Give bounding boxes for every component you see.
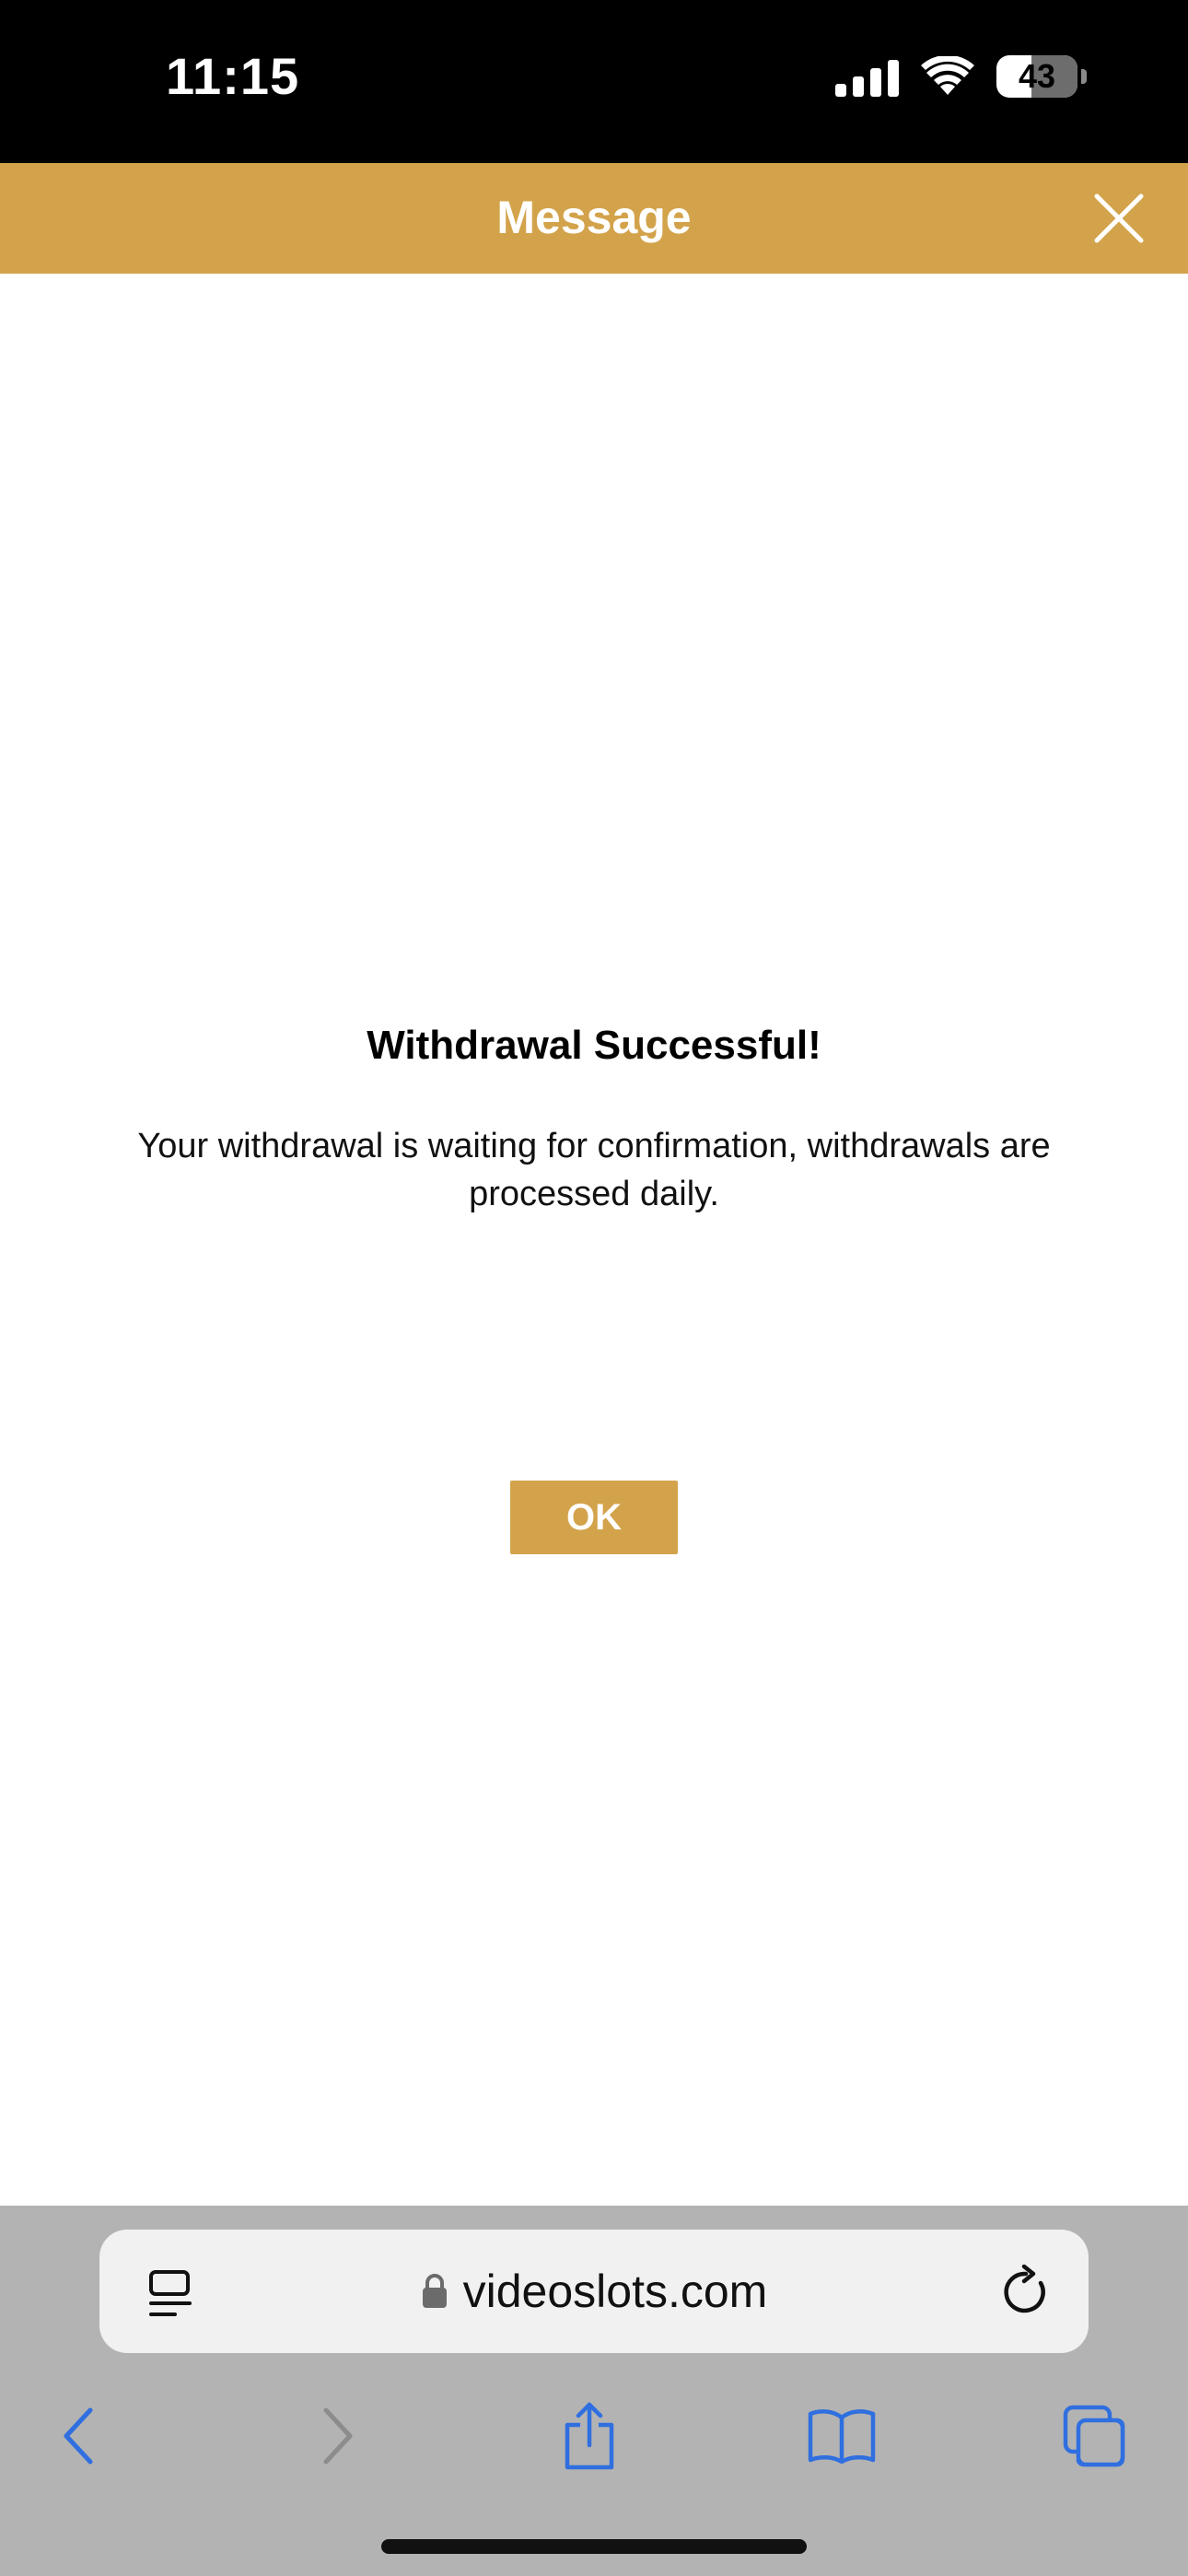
share-icon: [565, 2402, 614, 2470]
battery-tip: [1081, 69, 1087, 84]
forward-icon: [323, 2407, 353, 2465]
share-button[interactable]: [543, 2390, 635, 2482]
browser-nav-row: [0, 2390, 1188, 2500]
message-body: Your withdrawal is waiting for confirmat…: [137, 1127, 1051, 1213]
message-header: Message: [0, 163, 1188, 274]
back-button[interactable]: [33, 2390, 125, 2482]
battery-icon: 43: [996, 55, 1087, 98]
forward-button[interactable]: [291, 2390, 383, 2482]
tabs-button[interactable]: [1048, 2390, 1140, 2482]
close-icon: [1094, 193, 1144, 243]
battery-level: 43: [1018, 57, 1056, 95]
wifi-icon: [921, 56, 974, 95]
status-time: 11:15: [166, 47, 300, 105]
tabs-icon: [1063, 2405, 1125, 2467]
header-title: Message: [496, 192, 692, 243]
bookmarks-icon: [808, 2409, 876, 2465]
message-title: Withdrawal Successful!: [367, 1023, 821, 1068]
home-indicator: [381, 2539, 807, 2554]
lock-icon: [422, 2274, 447, 2308]
back-icon: [64, 2407, 93, 2465]
battery-indicator: 43: [996, 55, 1077, 98]
browser-toolbar: videoslots.com: [0, 2206, 1188, 2576]
ok-button[interactable]: OK: [510, 1481, 678, 1554]
url-text: videoslots.com: [462, 2266, 768, 2317]
close-button[interactable]: [1087, 186, 1151, 251]
status-icons: 43: [835, 55, 1087, 98]
url-display[interactable]: videoslots.com: [99, 2265, 1089, 2318]
bookmarks-button[interactable]: [796, 2390, 888, 2482]
signal-icon: [835, 56, 899, 97]
status-bar: 11:15 43: [0, 0, 1188, 163]
reload-icon[interactable]: [1000, 2265, 1052, 2320]
address-bar[interactable]: videoslots.com: [99, 2230, 1089, 2353]
